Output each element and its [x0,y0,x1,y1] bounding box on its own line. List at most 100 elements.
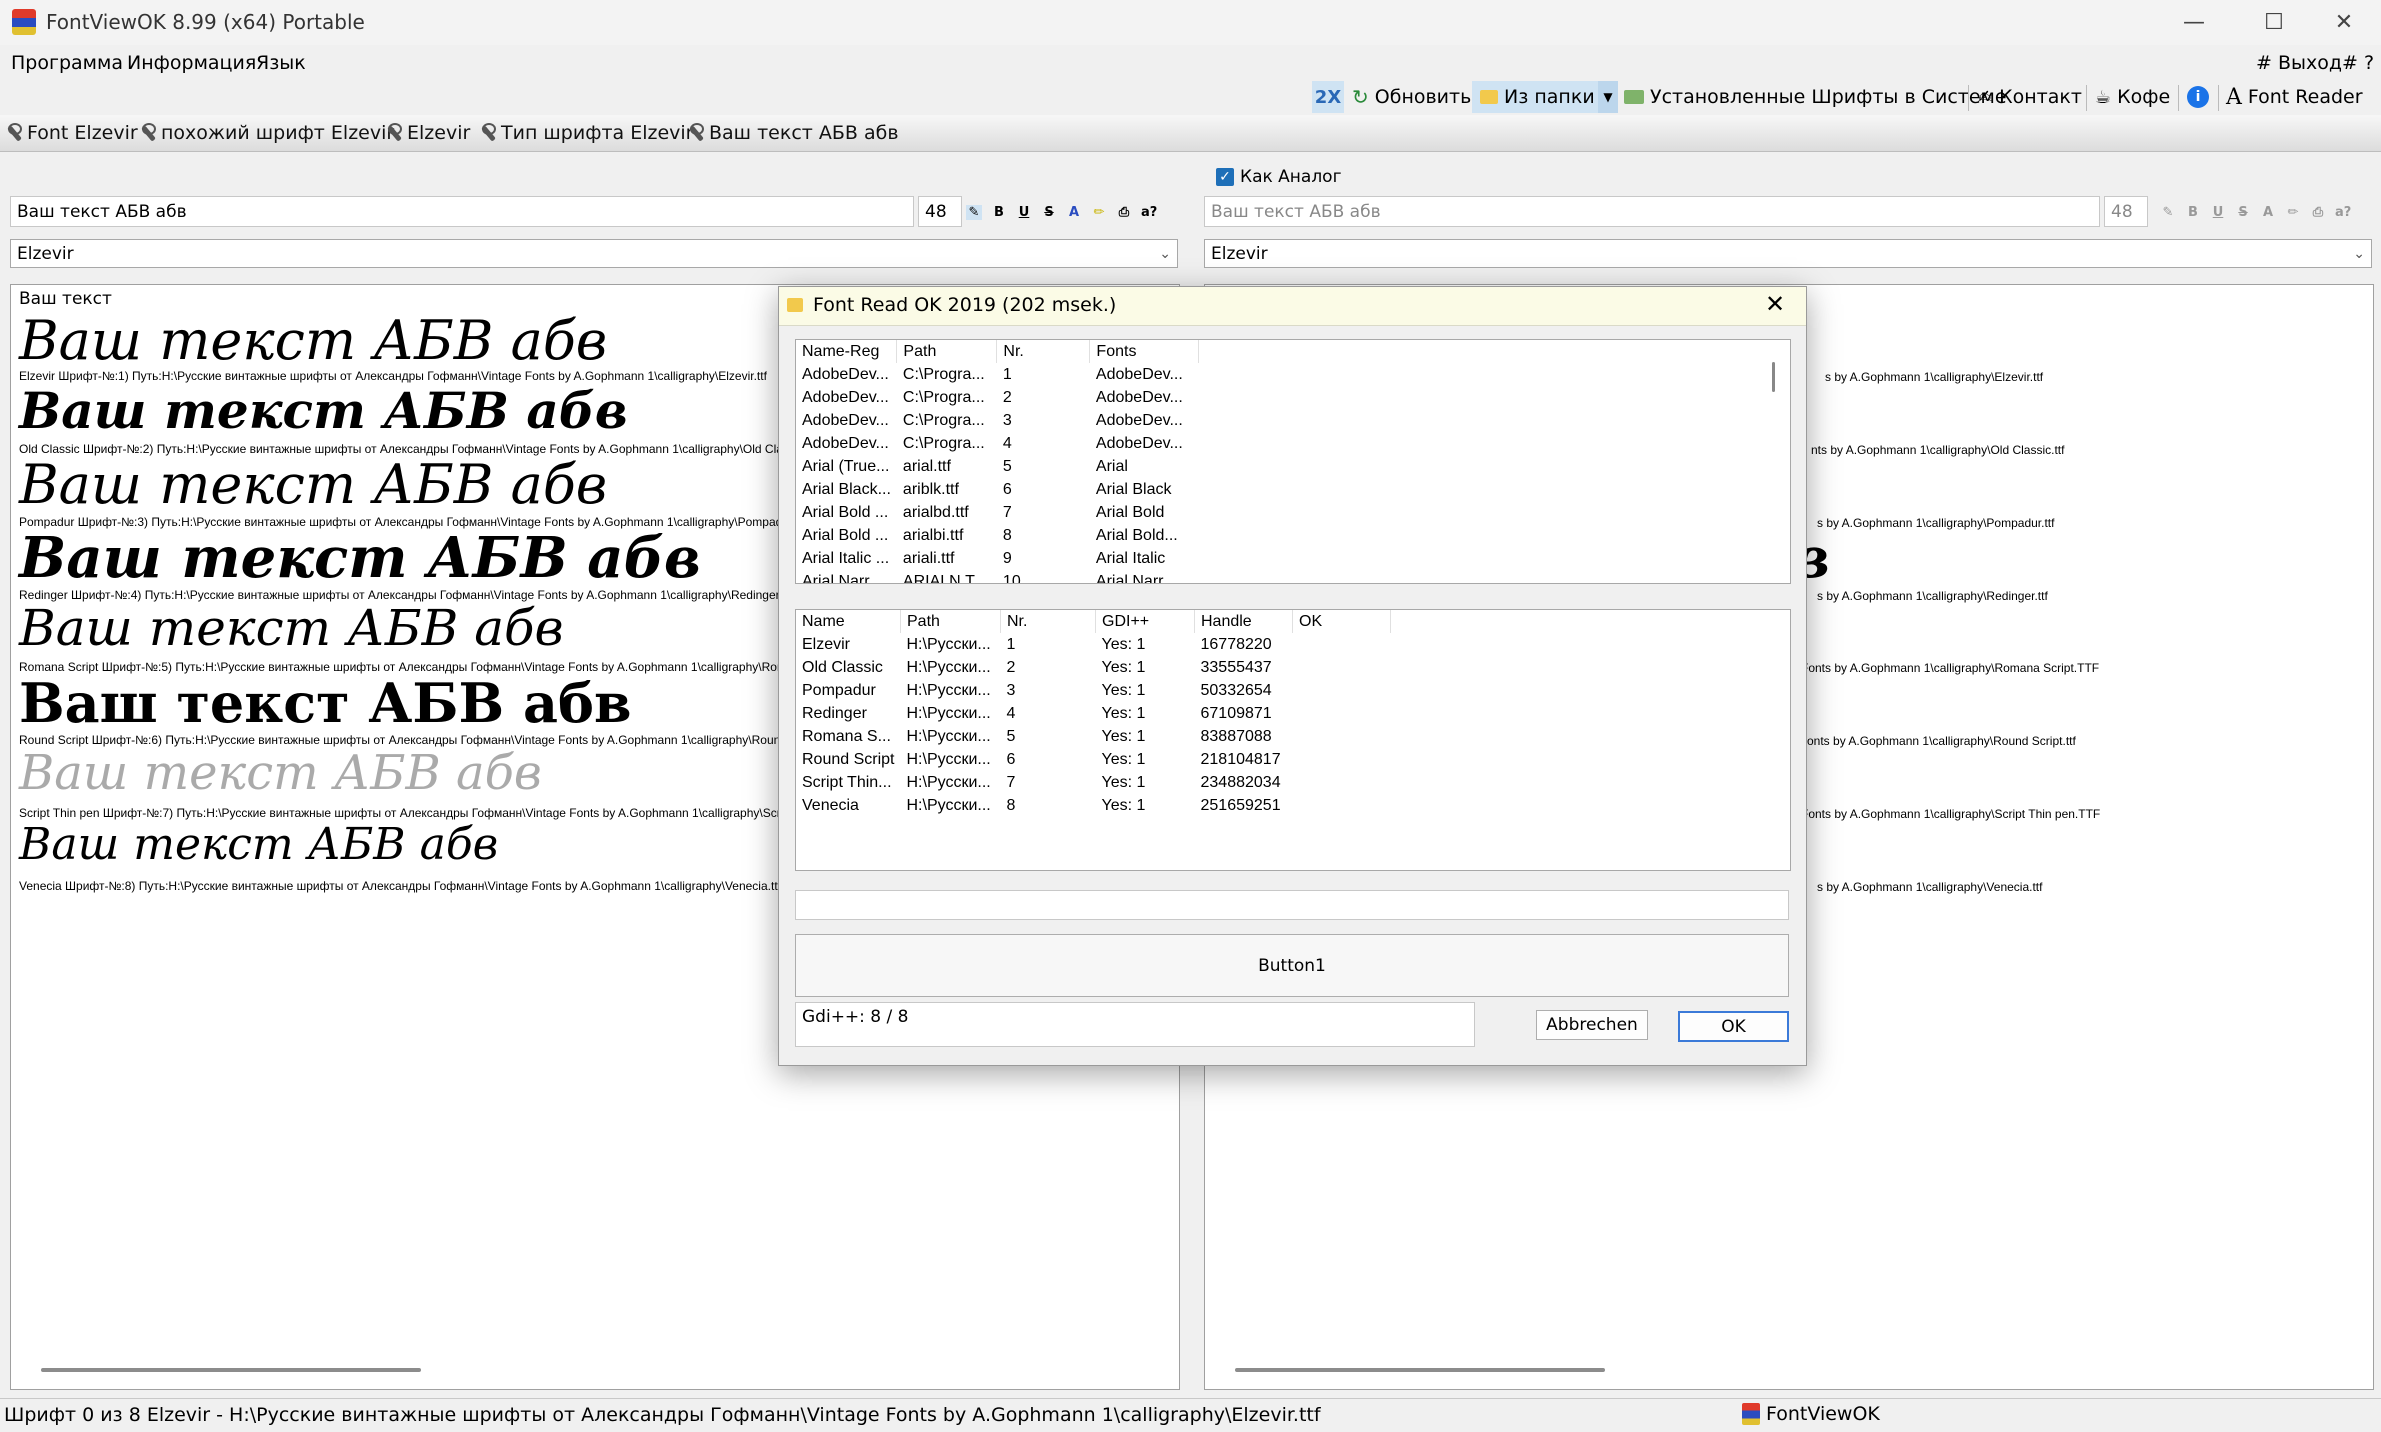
dialog-close-icon[interactable]: ✕ [1765,290,1785,318]
highlight-icon[interactable]: ✏ [2285,205,2301,220]
table-cell: ARIALN.T... [902,572,987,584]
table-cell: 5 [1006,727,1016,745]
table-row[interactable]: Arial Bold ... arialbi.ttf 8 Arial Bold... [796,524,1199,547]
column-header[interactable]: Path [900,610,1001,633]
table-cell: 7 [1002,503,1012,521]
column-header[interactable]: Fonts [1089,340,1200,363]
char-icon[interactable]: a? [1141,205,1157,220]
coffee-button[interactable]: ☕ Кофе [2095,81,2170,113]
column-header[interactable]: GDI++ [1095,610,1195,633]
menu-help[interactable]: # ? [2342,52,2374,74]
right-font-combo[interactable]: Elzevir ⌄ [1204,239,2372,268]
table-row[interactable]: Old Classic H:\Русски... 2 Yes: 1 33555437 [796,656,1391,679]
quick-font-type[interactable]: Тип шрифта Elzevir [480,119,694,147]
strikethrough-icon[interactable]: S [2235,205,2251,220]
table-cell: Arial (True... [802,457,890,475]
table-cell [1293,702,1391,725]
table-row[interactable]: Romana S... H:\Русски... 5 Yes: 1 83887088 [796,725,1391,748]
table-row[interactable]: Pompadur H:\Русски... 3 Yes: 1 50332654 [796,679,1391,702]
from-folder-dropdown[interactable]: ▼ [1598,81,1618,113]
char-icon[interactable]: a? [2335,205,2351,220]
column-header[interactable]: Name-Reg [796,340,898,363]
title-bar: FontViewOK 8.99 (x64) Portable [0,0,2381,45]
loaded-fonts-grid[interactable]: Name Path Nr. GDI++ Handle OK Elzevir H:\… [795,609,1791,871]
toolbar-separator [2178,85,2179,111]
left-font-combo[interactable]: Elzevir ⌄ [10,239,1178,268]
dialog-text-field[interactable] [795,890,1789,920]
info-button[interactable]: i [2186,81,2210,113]
table-row[interactable]: Arial Bold ... arialbd.ttf 7 Arial Bold [796,501,1199,524]
table-cell: C:\Progra... [902,365,985,383]
table-row[interactable]: Venecia H:\Русски... 8 Yes: 1 251659251 [796,794,1391,817]
table-row[interactable]: Arial (True... arial.ttf 5 Arial [796,455,1199,478]
font-color-icon[interactable]: A [1066,205,1082,220]
font-sample: Ваш текст АБВ абв [19,381,628,440]
cancel-button[interactable]: Abbrechen [1536,1010,1648,1040]
table-cell: 5 [1002,457,1012,475]
menu-exit[interactable]: # Выход [2256,52,2342,74]
table-row[interactable]: AdobeDev... C:\Progra... 4 AdobeDev... [796,432,1199,455]
table-cell: arial.ttf [902,457,951,475]
pen-icon[interactable]: ✎ [966,204,982,220]
twox-button[interactable]: 2X [1312,81,1344,113]
strikethrough-icon[interactable]: S [1041,205,1057,220]
installed-fonts-button[interactable]: Установленные Шрифты в Системе [1624,81,2007,113]
bold-icon[interactable]: B [991,205,1007,220]
table-row[interactable]: Arial Black... ariblk.ttf 6 Arial Black [796,478,1199,501]
table-row[interactable]: Script Thin... H:\Русски... 7 Yes: 1 2348820… [796,771,1391,794]
quick-similar-font[interactable]: похожий шрифт Elzevir [140,119,394,147]
pen-icon[interactable]: ✎ [2160,205,2176,220]
font-sample-meta: Fonts by A.Gophmann 1\calligraphy\Romana… [1801,661,2100,675]
table-row[interactable]: AdobeDev... C:\Progra... 3 AdobeDev... [796,409,1199,432]
menu-program[interactable]: Программа [11,52,123,74]
table-row[interactable]: Arial Narr... ARIALN.T... 10 Arial Narr... [796,570,1199,584]
font-read-dialog: Font Read OK 2019 (202 msek.) ✕ Name-Reg… [778,286,1807,1066]
contact-button[interactable]: ✍ Контакт [1978,81,2082,113]
registry-fonts-grid[interactable]: Name-Reg Path Nr. Fonts AdobeDev... C:\Pr… [795,339,1791,584]
right-size-input[interactable]: 48 [2104,196,2148,227]
quick-sample-text[interactable]: Ваш текст АБВ абв [688,119,899,147]
minimize-button[interactable]: — [2160,0,2228,45]
font-color-icon[interactable]: A [2260,205,2276,220]
table-row[interactable]: Elzevir H:\Русски... 1 Yes: 1 16778220 [796,633,1391,656]
font-reader-button[interactable]: A Font Reader [2226,81,2363,113]
column-header[interactable]: Nr. [996,340,1091,363]
table-row[interactable]: AdobeDev... C:\Progra... 2 AdobeDev... [796,386,1199,409]
column-header[interactable]: Handle [1194,610,1293,633]
from-folder-button[interactable]: Из папки [1472,81,1617,113]
table-cell: AdobeDev... [1095,365,1183,383]
table-cell: 234882034 [1200,773,1281,791]
underline-icon[interactable]: U [1016,205,1032,220]
column-header[interactable]: Nr. [1000,610,1096,633]
column-header[interactable]: OK [1292,610,1391,633]
wrench-icon [386,123,402,143]
left-text-input[interactable]: Ваш текст АБВ абв [10,196,914,227]
left-size-input[interactable]: 48 [918,196,962,227]
highlight-icon[interactable]: ✏ [1091,205,1107,220]
table-row[interactable]: Redinger H:\Русски... 4 Yes: 1 67109871 [796,702,1391,725]
underline-icon[interactable]: U [2210,205,2226,220]
quick-font-family[interactable]: Elzevir [386,119,470,147]
column-header[interactable]: Name [796,610,901,633]
print-icon[interactable]: ⎙ [2310,205,2326,220]
menu-language[interactable]: Язык [256,52,306,74]
close-button[interactable]: ✕ [2310,0,2378,45]
right-text-input[interactable]: Ваш текст АБВ абв [1204,196,2100,227]
maximize-button[interactable]: ☐ [2240,0,2308,45]
table-row[interactable]: AdobeDev... C:\Progra... 1 AdobeDev... [796,363,1199,386]
bold-icon[interactable]: B [2185,205,2201,220]
table-row[interactable]: Arial Italic ... ariali.ttf 9 Arial Italic [796,547,1199,570]
quick-font-name[interactable]: Font Elzevir [6,119,138,147]
ok-button[interactable]: OK [1678,1011,1789,1042]
table-row[interactable]: Round Script H:\Русски... 6 Yes: 1 218104817 [796,748,1391,771]
button1[interactable]: Button1 [795,934,1789,997]
horizontal-scrollbar[interactable] [1235,1368,1605,1372]
refresh-button[interactable]: ↻ Обновить [1352,81,1471,113]
menu-info[interactable]: Информация [127,52,256,74]
column-header[interactable]: Path [896,340,998,363]
horizontal-scrollbar[interactable] [41,1368,421,1372]
print-icon[interactable]: ⎙ [1116,205,1132,220]
vertical-scrollbar[interactable] [1772,362,1775,392]
right-format-toolbar: ✎ B U S A ✏ ⎙ a? [2160,200,2352,224]
analog-checkbox[interactable]: ✓ Как Аналог [1216,167,1342,187]
